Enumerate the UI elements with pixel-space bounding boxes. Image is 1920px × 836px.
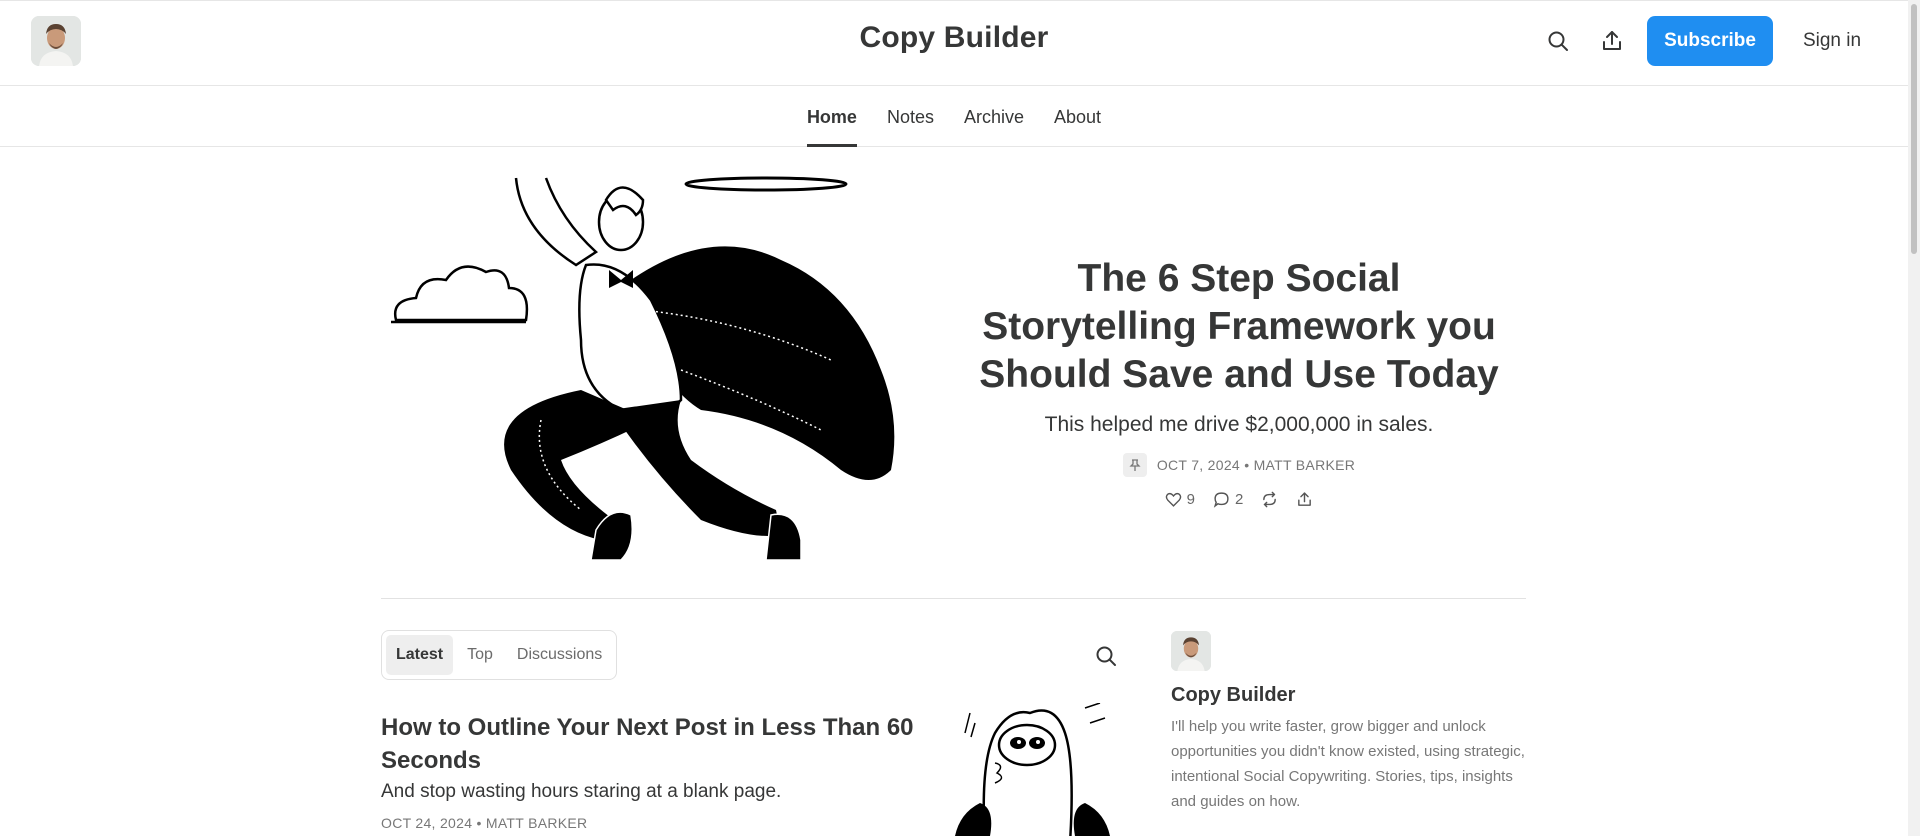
feed-tabs: Latest Top Discussions xyxy=(381,630,618,680)
tab-discussions[interactable]: Discussions xyxy=(507,635,612,675)
hero-illustration[interactable] xyxy=(381,170,941,561)
section-divider xyxy=(381,598,1526,599)
top-bar: Copy Builder Subscribe Sign in xyxy=(0,0,1908,86)
nav-about[interactable]: About xyxy=(1054,87,1101,147)
comment-count: 2 xyxy=(1235,491,1244,508)
post-subtitle: And stop wasting hours staring at a blan… xyxy=(381,781,782,802)
sidebar-title[interactable]: Copy Builder xyxy=(1171,684,1295,707)
comment-button[interactable]: 2 xyxy=(1213,491,1243,508)
main-nav: Home Notes Archive About xyxy=(0,87,1908,147)
hero-date-author: OCT 7, 2024 • MATT BARKER xyxy=(1156,457,1356,473)
sidebar-description: I'll help you write faster, grow bigger … xyxy=(1171,718,1525,810)
share-post-icon[interactable] xyxy=(1296,491,1313,508)
sidebar-avatar[interactable] xyxy=(1171,631,1211,671)
post-title[interactable]: How to Outline Your Next Post in Less Th… xyxy=(381,711,921,777)
pin-icon xyxy=(1122,453,1147,477)
like-button[interactable]: 9 xyxy=(1165,491,1195,508)
tab-latest[interactable]: Latest xyxy=(386,635,454,675)
share-icon[interactable] xyxy=(1597,26,1627,56)
sign-in-button[interactable]: Sign in xyxy=(1788,16,1876,66)
restack-icon[interactable] xyxy=(1261,491,1278,508)
tab-top[interactable]: Top xyxy=(457,635,503,675)
like-count: 9 xyxy=(1186,491,1195,508)
search-icon[interactable] xyxy=(1543,26,1573,56)
subscribe-button[interactable]: Subscribe xyxy=(1647,16,1773,66)
heart-icon xyxy=(1165,492,1181,507)
hero-subtitle: This helped me drive $2,000,000 in sales… xyxy=(1044,413,1434,436)
feed-search-icon[interactable] xyxy=(1091,641,1121,671)
hero-title[interactable]: The 6 Step Social Storytelling Framework… xyxy=(974,255,1504,399)
hero-actions: 9 2 xyxy=(974,491,1504,508)
nav-home[interactable]: Home xyxy=(806,87,857,147)
comment-icon xyxy=(1213,492,1229,508)
post-meta: OCT 24, 2024 • MATT BARKER xyxy=(381,815,588,831)
scrollbar-thumb[interactable] xyxy=(1911,4,1917,254)
page-scrollbar[interactable] xyxy=(1908,0,1920,836)
nav-archive[interactable]: Archive xyxy=(964,87,1024,147)
nav-notes[interactable]: Notes xyxy=(887,87,934,147)
post-thumbnail[interactable] xyxy=(935,703,1130,836)
hero-meta: OCT 7, 2024 • MATT BARKER xyxy=(974,453,1504,477)
hero-post: The 6 Step Social Storytelling Framework… xyxy=(974,255,1504,508)
